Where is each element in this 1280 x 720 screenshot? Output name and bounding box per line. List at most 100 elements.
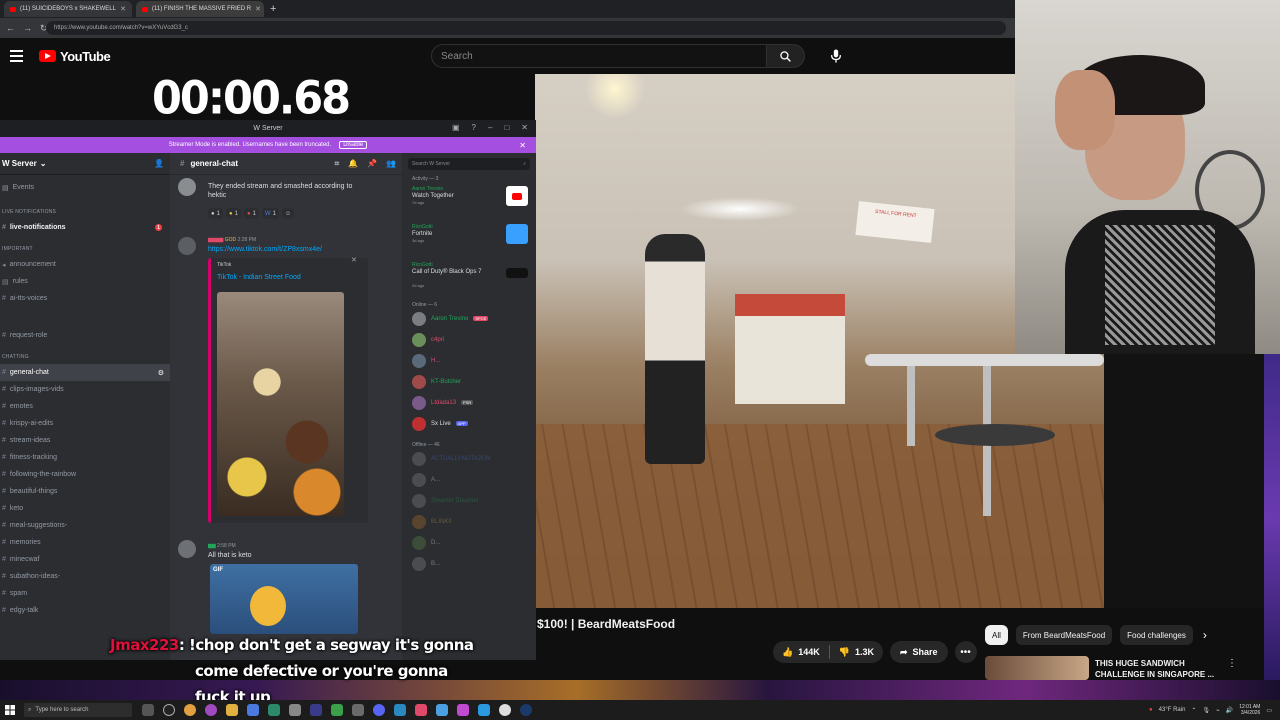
reaction[interactable]: ● 1 xyxy=(243,208,259,219)
channel-ai-tts-voices[interactable]: # ai-tts-voices xyxy=(0,290,170,307)
channel-emotes[interactable]: # emotes xyxy=(0,398,170,415)
close-window-icon[interactable]: ✕ xyxy=(521,123,528,132)
channel-general-chat[interactable]: # general-chat ⚙ xyxy=(0,364,170,381)
server-header[interactable]: W Server ⌄ 👤 xyxy=(0,153,170,175)
member-item[interactable]: H... xyxy=(402,350,536,371)
member-item[interactable]: Steamer Dreamer xyxy=(402,490,536,511)
volume-icon[interactable]: 🔊 xyxy=(1226,707,1233,714)
taskview-icon[interactable] xyxy=(142,704,154,716)
app-icon[interactable] xyxy=(436,704,448,716)
member-item[interactable]: Sx Live APP xyxy=(402,413,536,434)
app-icon[interactable] xyxy=(289,704,301,716)
chrome-icon[interactable] xyxy=(184,704,196,716)
gif-embed[interactable]: GIF xyxy=(210,564,358,634)
reaction[interactable]: ● 1 xyxy=(225,208,241,219)
member-item[interactable]: BLINKII xyxy=(402,511,536,532)
embed-thumbnail[interactable] xyxy=(217,292,344,516)
threads-icon[interactable]: ⌗ xyxy=(335,159,340,169)
reaction[interactable]: W1 xyxy=(261,208,279,219)
search-button[interactable] xyxy=(767,44,805,68)
member-item[interactable]: D... xyxy=(402,532,536,553)
back-icon[interactable]: ← xyxy=(6,23,15,34)
avatar[interactable] xyxy=(178,540,196,558)
obs-icon[interactable] xyxy=(163,704,175,716)
notifications-icon[interactable]: ▭ xyxy=(1266,707,1272,714)
server-search-input[interactable]: Search W Server ⌕ xyxy=(408,158,530,170)
voice-search-button[interactable] xyxy=(825,45,847,67)
channel-following-the-rainbow[interactable]: # following-the-rainbow xyxy=(0,466,170,483)
app-icon[interactable] xyxy=(247,704,259,716)
activity-card[interactable]: RicoGotti Fortnite 3d ago xyxy=(402,220,536,258)
youtube-logo[interactable]: YouTube xyxy=(39,49,111,64)
microphone-icon[interactable]: 🎙 xyxy=(1202,707,1210,714)
channel-beautiful-things[interactable]: # beautiful-things xyxy=(0,483,170,500)
category-chatting[interactable]: Chatting xyxy=(0,350,170,364)
more-actions-button[interactable]: ••• xyxy=(954,641,977,663)
taskbar-search[interactable]: ⌕ Type here to search xyxy=(24,703,132,717)
channel-edgy-talk[interactable]: # edgy-talk xyxy=(0,602,170,619)
channel-meal-suggestions[interactable]: # meal-suggestions- xyxy=(0,517,170,534)
avatar[interactable] xyxy=(178,178,196,196)
channel-announcement[interactable]: ◂ announcement xyxy=(0,256,170,273)
close-tab-icon[interactable]: ✕ xyxy=(255,5,261,13)
channel-clips-images-vids[interactable]: # clips-images-vids xyxy=(0,381,170,398)
explorer-icon[interactable] xyxy=(226,704,238,716)
tiktok-embed[interactable]: TikTok TikTok - Indian Street Food xyxy=(208,258,368,523)
dislike-button[interactable]: 👎 1.3K xyxy=(830,641,883,663)
app-icon[interactable] xyxy=(478,704,490,716)
chevron-right-icon[interactable]: › xyxy=(1203,628,1207,642)
forward-icon[interactable]: → xyxy=(23,23,32,34)
app-icon[interactable] xyxy=(457,704,469,716)
member-item[interactable]: Aaron Trevino SPCE xyxy=(402,308,536,329)
channel-subathon-ideas[interactable]: # subathon-ideas- xyxy=(0,568,170,585)
browser-tab-1[interactable]: (11) SUICIDEBOYS x SHAKEWELL ✕ xyxy=(4,1,132,17)
weather-text[interactable]: 43°F Rain xyxy=(1159,707,1186,713)
app-icon[interactable] xyxy=(268,704,280,716)
close-banner-icon[interactable]: ✕ xyxy=(519,141,526,150)
browser-tab-2[interactable]: (11) FINISH THE MASSIVE FRIED R ✕ xyxy=(136,1,264,17)
events-item[interactable]: ▤ Events xyxy=(0,179,170,196)
avatar[interactable] xyxy=(178,237,196,255)
app-icon[interactable] xyxy=(499,704,511,716)
pin-icon[interactable]: 📌 xyxy=(367,159,377,169)
members-icon[interactable]: 👥 xyxy=(386,159,396,169)
app-icon[interactable] xyxy=(415,704,427,716)
channel-fitness-tracking[interactable]: # fitness-tracking xyxy=(0,449,170,466)
embed-title[interactable]: TikTok - Indian Street Food xyxy=(217,274,301,281)
channel-keto[interactable]: # keto xyxy=(0,500,170,517)
disable-streamer-mode-button[interactable]: Disable xyxy=(339,141,368,149)
recommended-thumbnail[interactable] xyxy=(985,656,1089,680)
app-icon[interactable] xyxy=(331,704,343,716)
chip-all[interactable]: All xyxy=(985,625,1008,645)
start-button[interactable] xyxy=(0,705,20,715)
channel-krispy-ai-edits[interactable]: # krispy-ai-edits xyxy=(0,415,170,432)
app-icon[interactable] xyxy=(310,704,322,716)
bell-icon[interactable]: 🔔 xyxy=(348,159,358,169)
menu-icon[interactable] xyxy=(10,50,23,62)
url-field[interactable]: https://www.youtube.com/watch?v=wXYuVcdG… xyxy=(46,21,1006,35)
recommended-title[interactable]: THIS HUGE SANDWICH CHALLENGE IN SINGAPORE… xyxy=(1095,658,1214,680)
tiktok-link[interactable]: https://www.tiktok.com/t/ZP8xsmx4e/ xyxy=(208,245,322,254)
network-icon[interactable]: ⌁ xyxy=(1216,707,1220,714)
channel-minecwaf[interactable]: # minecwaf xyxy=(0,551,170,568)
channel-live-notifications[interactable]: # live-notifications 1 xyxy=(0,219,170,236)
channel-stream-ideas[interactable]: # stream-ideas xyxy=(0,432,170,449)
discord-icon[interactable] xyxy=(373,704,385,716)
category-live[interactable]: LIVE NOTIFICATIONS xyxy=(0,205,170,219)
category-important[interactable]: Important xyxy=(0,242,170,256)
member-item[interactable]: KT-Butcher xyxy=(402,371,536,392)
member-item[interactable]: A... xyxy=(402,469,536,490)
inbox-icon[interactable]: ▣ xyxy=(452,123,460,132)
maximize-icon[interactable]: □ xyxy=(504,123,509,132)
member-item[interactable]: B... xyxy=(402,553,536,574)
member-item[interactable]: ACTUALLYNOTAJEW xyxy=(402,448,536,469)
add-member-icon[interactable]: 👤 xyxy=(154,159,164,168)
channel-rules[interactable]: ▤ rules xyxy=(0,273,170,290)
app-icon[interactable] xyxy=(352,704,364,716)
share-button[interactable]: ➦ Share xyxy=(889,641,948,663)
new-tab-button[interactable]: + xyxy=(270,3,276,15)
channel-spam[interactable]: # spam xyxy=(0,585,170,602)
channel-request-role[interactable]: # request-role xyxy=(0,327,170,344)
app-icon[interactable] xyxy=(205,704,217,716)
chevron-up-icon[interactable]: ⌃ xyxy=(1191,707,1196,714)
